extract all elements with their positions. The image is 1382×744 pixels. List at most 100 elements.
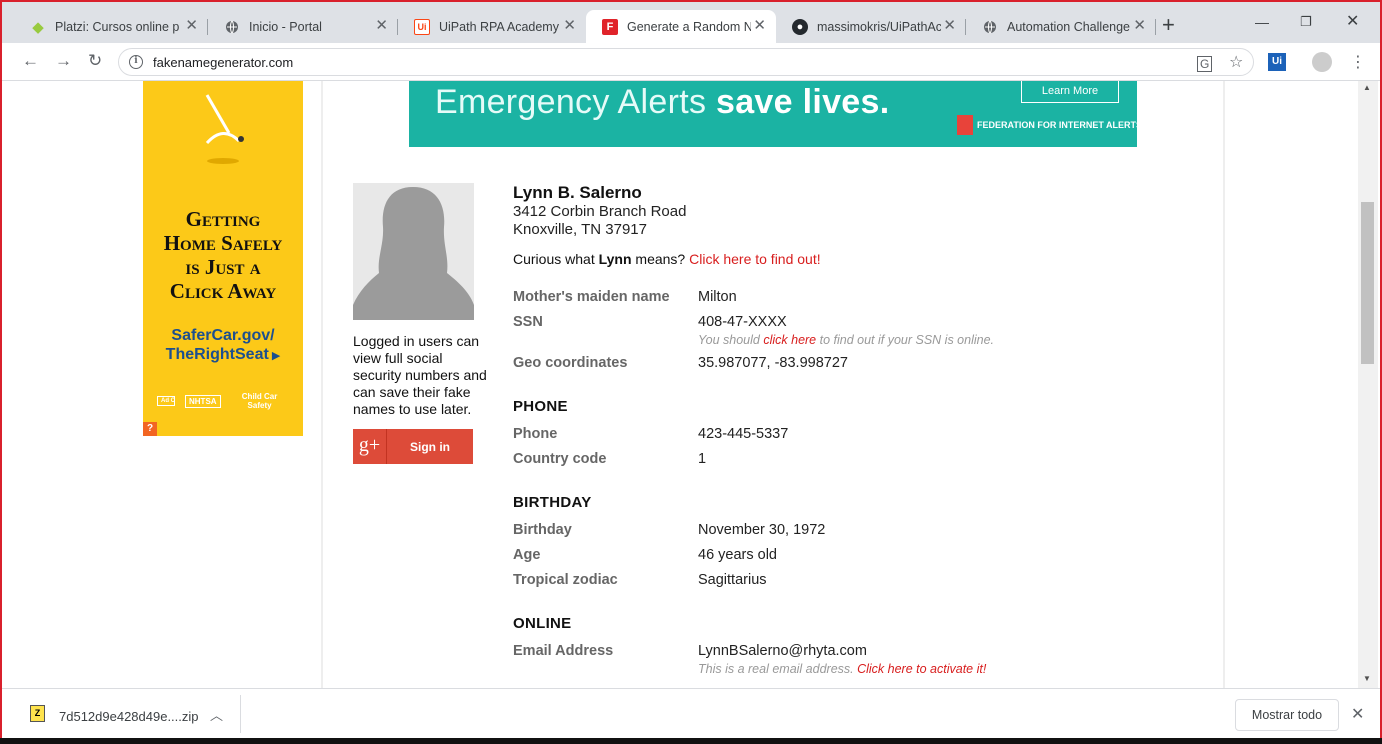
chevron-up-icon[interactable]: ︿ <box>210 705 223 724</box>
globe-icon <box>982 19 998 35</box>
close-icon[interactable]: ✕ <box>1351 704 1364 724</box>
field-label: Phone <box>513 426 558 442</box>
note-text: You should <box>698 333 764 347</box>
banner-text: Emergency Alerts save lives. <box>435 83 889 122</box>
taskbar-edge <box>0 738 1382 744</box>
tab-label: massimokris/UiPathAca <box>817 19 941 34</box>
tab-label: Platzi: Cursos online pro <box>55 19 179 34</box>
field-value: November 30, 1972 <box>698 522 826 538</box>
tab-label: Inicio - Portal <box>249 19 322 34</box>
close-icon[interactable]: ✕ <box>185 18 198 34</box>
translate-icon[interactable]: G <box>1197 56 1213 72</box>
reload-button[interactable]: ↻ <box>88 52 102 70</box>
field-label: Mother's maiden name <box>513 289 670 305</box>
ssn-note: You should click here to find out if you… <box>698 333 994 347</box>
curious-text: Curious what <box>513 251 599 267</box>
field-value: LynnBSalerno@rhyta.com <box>698 643 867 659</box>
browser-toolbar: ← → ↻ i fakenamegenerator.com G ☆ Ui ⋮ <box>2 43 1380 81</box>
ad-url[interactable]: SaferCar.gov/ TheRightSeat ▶ <box>143 326 303 366</box>
play-arrow-icon: ▶ <box>268 350 281 362</box>
globe-icon <box>224 19 240 35</box>
forward-button[interactable]: → <box>55 52 72 70</box>
profile-avatar-icon[interactable] <box>1312 52 1332 72</box>
close-icon[interactable]: ✕ <box>375 18 388 34</box>
uipath-extension-icon[interactable]: Ui <box>1268 53 1286 71</box>
federation-name: FEDERATION FOR INTERNET ALERTS <box>977 120 1142 130</box>
field-label: Birthday <box>513 522 572 538</box>
tab-label: UiPath RPA Academy <box>439 19 559 34</box>
field-label: Geo coordinates <box>513 355 628 371</box>
scrollbar-thumb[interactable] <box>1361 202 1374 364</box>
close-icon[interactable]: ✕ <box>753 18 766 34</box>
field-value: 408-47-XXXX <box>698 314 787 330</box>
seatbelt-logo-icon <box>205 94 244 164</box>
ad-headline: Getting Home Safely is Just a Click Away <box>143 207 303 303</box>
ad-headline-line: Home Safely <box>163 231 283 255</box>
note-text: This is a real email address. <box>698 662 858 676</box>
minimize-button[interactable]: — <box>1255 13 1269 31</box>
platzi-icon: ◆ <box>32 18 44 36</box>
browser-window: ◆ Platzi: Cursos online pro ✕ Inicio - P… <box>0 0 1382 744</box>
activate-email-link[interactable]: Click here to activate it! <box>857 662 986 676</box>
tab-github[interactable]: ● massimokris/UiPathAca ✕ <box>776 10 966 43</box>
close-icon[interactable]: ✕ <box>943 18 956 34</box>
tab-separator <box>1155 19 1156 35</box>
ad-headline-line: is Just a <box>185 255 261 279</box>
ad-headline-line: Click Away <box>169 279 277 303</box>
google-signin-button[interactable]: g+ Sign in <box>353 429 473 464</box>
tab-inicio-portal[interactable]: Inicio - Portal ✕ <box>208 10 398 43</box>
adchoices-icon[interactable]: ? <box>143 422 157 436</box>
new-tab-button[interactable]: + <box>1162 14 1175 36</box>
section-heading-online: ONLINE <box>513 615 572 632</box>
restore-button[interactable]: ❐ <box>1300 13 1312 31</box>
email-note: This is a real email address. Click here… <box>698 662 986 676</box>
show-all-downloads-button[interactable]: Mostrar todo <box>1235 699 1339 731</box>
ad-url-line: SaferCar.gov/ <box>171 327 275 344</box>
field-label: SSN <box>513 314 543 330</box>
address-street: 3412 Corbin Branch Road <box>513 203 687 220</box>
learn-more-button[interactable]: Learn More <box>1021 81 1119 103</box>
section-heading-birthday: BIRTHDAY <box>513 494 592 511</box>
zip-file-icon: Z <box>30 705 45 722</box>
scroll-up-icon[interactable]: ▲ <box>1363 83 1371 92</box>
url-text[interactable]: fakenamegenerator.com <box>153 55 293 70</box>
name-meaning-link[interactable]: Click here to find out! <box>689 251 821 267</box>
tab-label: Automation Challenge <box>1007 19 1130 34</box>
close-icon[interactable]: ✕ <box>563 18 576 34</box>
field-label: Tropical zodiac <box>513 572 618 588</box>
safercar-ad[interactable]: Getting Home Safely is Just a Click Away… <box>143 81 303 436</box>
tab-automation-challenge[interactable]: Automation Challenge ✕ <box>966 10 1156 43</box>
geo-coordinates-link[interactable]: 35.987077, -83.998727 <box>698 355 848 371</box>
google-plus-icon: g+ <box>353 429 387 464</box>
field-value: 1 <box>698 451 707 467</box>
star-icon[interactable]: ☆ <box>1229 52 1243 72</box>
close-icon[interactable]: ✕ <box>1133 18 1146 34</box>
download-bar: Z 7d512d9e428d49e....zip ︿ Mostrar todo … <box>2 688 1380 740</box>
ssn-check-link[interactable]: click here <box>763 333 816 347</box>
tab-fakenamegenerator[interactable]: F Generate a Random Name ✕ <box>586 10 776 43</box>
tab-platzi[interactable]: ◆ Platzi: Cursos online pro ✕ <box>14 10 208 43</box>
first-name: Lynn <box>598 251 632 267</box>
name-meaning-line: Curious what Lynn means? Click here to f… <box>513 251 821 267</box>
ad-headline-line: Getting <box>185 207 261 231</box>
tab-uipath-academy[interactable]: Ui UiPath RPA Academy ✕ <box>398 10 586 43</box>
tab-label: Generate a Random Name <box>627 19 751 34</box>
back-button[interactable]: ← <box>22 52 39 70</box>
vertical-scrollbar[interactable]: ▲ ▼ <box>1358 81 1378 688</box>
section-heading-phone: PHONE <box>513 398 568 415</box>
fng-icon: F <box>602 18 618 35</box>
address-city: Knoxville, TN 37917 <box>513 221 647 238</box>
divider <box>240 695 241 733</box>
download-filename[interactable]: 7d512d9e428d49e....zip <box>59 709 199 724</box>
emergency-alerts-banner[interactable]: Emergency Alerts save lives. Learn More … <box>409 81 1142 147</box>
avatar <box>353 183 474 320</box>
ad-council-logo: Ad Council <box>157 396 175 406</box>
field-value: Sagittarius <box>698 572 767 588</box>
field-value: 423-445-5337 <box>698 426 789 442</box>
login-info-text: Logged in users can view full social sec… <box>353 333 487 417</box>
close-window-button[interactable]: ✕ <box>1346 13 1359 31</box>
scroll-down-icon[interactable]: ▼ <box>1363 674 1371 683</box>
address-bar[interactable]: i fakenamegenerator.com G ☆ <box>118 48 1254 76</box>
info-icon[interactable]: i <box>129 55 143 69</box>
menu-icon[interactable]: ⋮ <box>1350 52 1366 72</box>
